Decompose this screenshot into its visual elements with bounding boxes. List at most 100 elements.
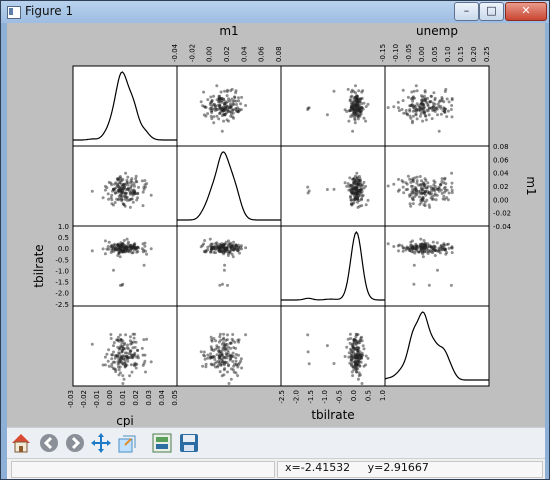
scatter-point: [121, 346, 125, 350]
scatter-point: [225, 118, 229, 122]
scatter-point: [421, 188, 425, 192]
save-icon[interactable]: [177, 431, 201, 455]
scatter-point: [349, 347, 352, 351]
scatter-point: [201, 244, 205, 247]
scatter-point: [417, 183, 421, 187]
scatter-point: [149, 247, 153, 251]
scatter-point: [355, 354, 359, 358]
scatter-point: [332, 89, 336, 93]
scatter-point: [130, 191, 134, 195]
scatter-point: [351, 374, 355, 378]
scatter-point: [358, 204, 362, 208]
x-tick-label-unemp: 0.20: [470, 46, 478, 62]
scatter-point: [231, 360, 235, 363]
scatter-point: [437, 246, 441, 250]
scatter-point: [350, 362, 353, 366]
scatter-point: [386, 184, 390, 188]
scatter-point: [364, 203, 368, 207]
scatter-point: [352, 177, 356, 181]
scatter-point: [112, 341, 116, 345]
y-axis-label-tbilrate: tbilrate: [32, 244, 46, 287]
x-tick-label-cpi: 0.01: [119, 390, 127, 406]
scatter-point: [128, 205, 132, 209]
maximize-button[interactable]: □: [479, 2, 504, 21]
scatter-point: [141, 190, 145, 194]
scatter-point: [366, 198, 370, 202]
scatter-point: [120, 179, 124, 183]
scatter-point: [144, 185, 147, 189]
scatter-point: [349, 184, 353, 188]
scatter-point: [352, 97, 356, 101]
scatter-point: [307, 189, 311, 193]
scatter-point: [392, 245, 396, 248]
scatter-point: [208, 237, 212, 241]
scatter-point: [234, 359, 238, 363]
scatter-point: [222, 113, 226, 117]
scatter-point: [101, 196, 105, 200]
scatter-point: [350, 88, 354, 92]
scatter-point: [215, 241, 219, 245]
home-icon[interactable]: [9, 431, 33, 455]
scatter-point: [145, 337, 149, 341]
scatter-point: [223, 89, 227, 93]
scatter-point: [351, 191, 355, 195]
scatter-point: [433, 249, 437, 253]
scatter-matrix: -0.03 -0.02 -0.01 0.00 0.01 0.02 0.03 0.04 0.05 -…: [32, 24, 538, 427]
scatter-point: [227, 354, 231, 358]
scatter-point: [350, 105, 353, 109]
x-tick-label-m1: -0.02: [188, 44, 196, 62]
scatter-point: [218, 99, 222, 103]
scatter-point: [237, 110, 240, 114]
scatter-point: [142, 263, 146, 267]
minimize-button[interactable]: –: [454, 2, 479, 21]
x-tick-label-unemp: 0.25: [483, 46, 491, 62]
x-tick-label-tbilrate: -1.5: [307, 390, 315, 404]
scatter-point: [356, 377, 360, 381]
scatter-point: [402, 111, 406, 115]
scatter-point: [441, 109, 445, 113]
x-tick-label-tbilrate: -2.0: [292, 390, 300, 404]
scatter-point: [409, 204, 413, 208]
scatter-point: [427, 283, 431, 287]
x-tick-label-m1: 0.02: [223, 46, 231, 62]
scatter-point: [206, 356, 210, 360]
panel-m1-m1: [176, 145, 282, 227]
scatter-point: [306, 333, 310, 337]
scatter-point: [306, 185, 310, 189]
scatter-point: [103, 252, 107, 256]
scatter-point: [445, 115, 449, 119]
scatter-point: [443, 177, 447, 181]
configure-subplots-icon[interactable]: [150, 431, 174, 455]
x-tick-label-unemp: 0.10: [444, 46, 452, 62]
scatter-point: [414, 84, 418, 88]
figure-canvas[interactable]: -0.03 -0.02 -0.01 0.00 0.01 0.02 0.03 0.04 0.05 -…: [7, 23, 545, 427]
y-tick-label-tbilrate: -2.0: [55, 290, 69, 298]
scatter-point: [126, 183, 130, 187]
y-tick-label-m1: 0.04: [493, 170, 509, 178]
x-tick-label-cpi: 0.00: [106, 390, 114, 406]
scatter-point: [218, 107, 222, 111]
scatter-point: [419, 183, 423, 187]
y-tick-label-tbilrate: 1.0: [58, 223, 69, 231]
close-button[interactable]: ✕: [505, 2, 547, 21]
scatter-point: [419, 237, 423, 241]
window-title: Figure 1: [25, 4, 74, 18]
x-axis-label-tbilrate: tbilrate: [311, 408, 354, 422]
back-icon[interactable]: [37, 431, 61, 455]
zoom-icon[interactable]: [115, 431, 139, 455]
x-tick-label-unemp: -0.15: [379, 44, 387, 62]
scatter-point: [408, 246, 412, 250]
scatter-point: [386, 242, 390, 246]
forward-icon[interactable]: [63, 431, 87, 455]
scatter-point: [222, 252, 226, 256]
scatter-point: [130, 370, 134, 374]
scatter-point: [125, 245, 129, 249]
title-bar[interactable]: Figure 1 – □ ✕: [1, 1, 549, 23]
scatter-point: [233, 362, 236, 366]
scatter-point: [218, 94, 222, 98]
scatter-point: [244, 104, 248, 107]
pan-icon[interactable]: [89, 431, 113, 455]
scatter-point: [419, 201, 423, 204]
scatter-point: [432, 183, 436, 187]
scatter-point: [404, 109, 408, 112]
